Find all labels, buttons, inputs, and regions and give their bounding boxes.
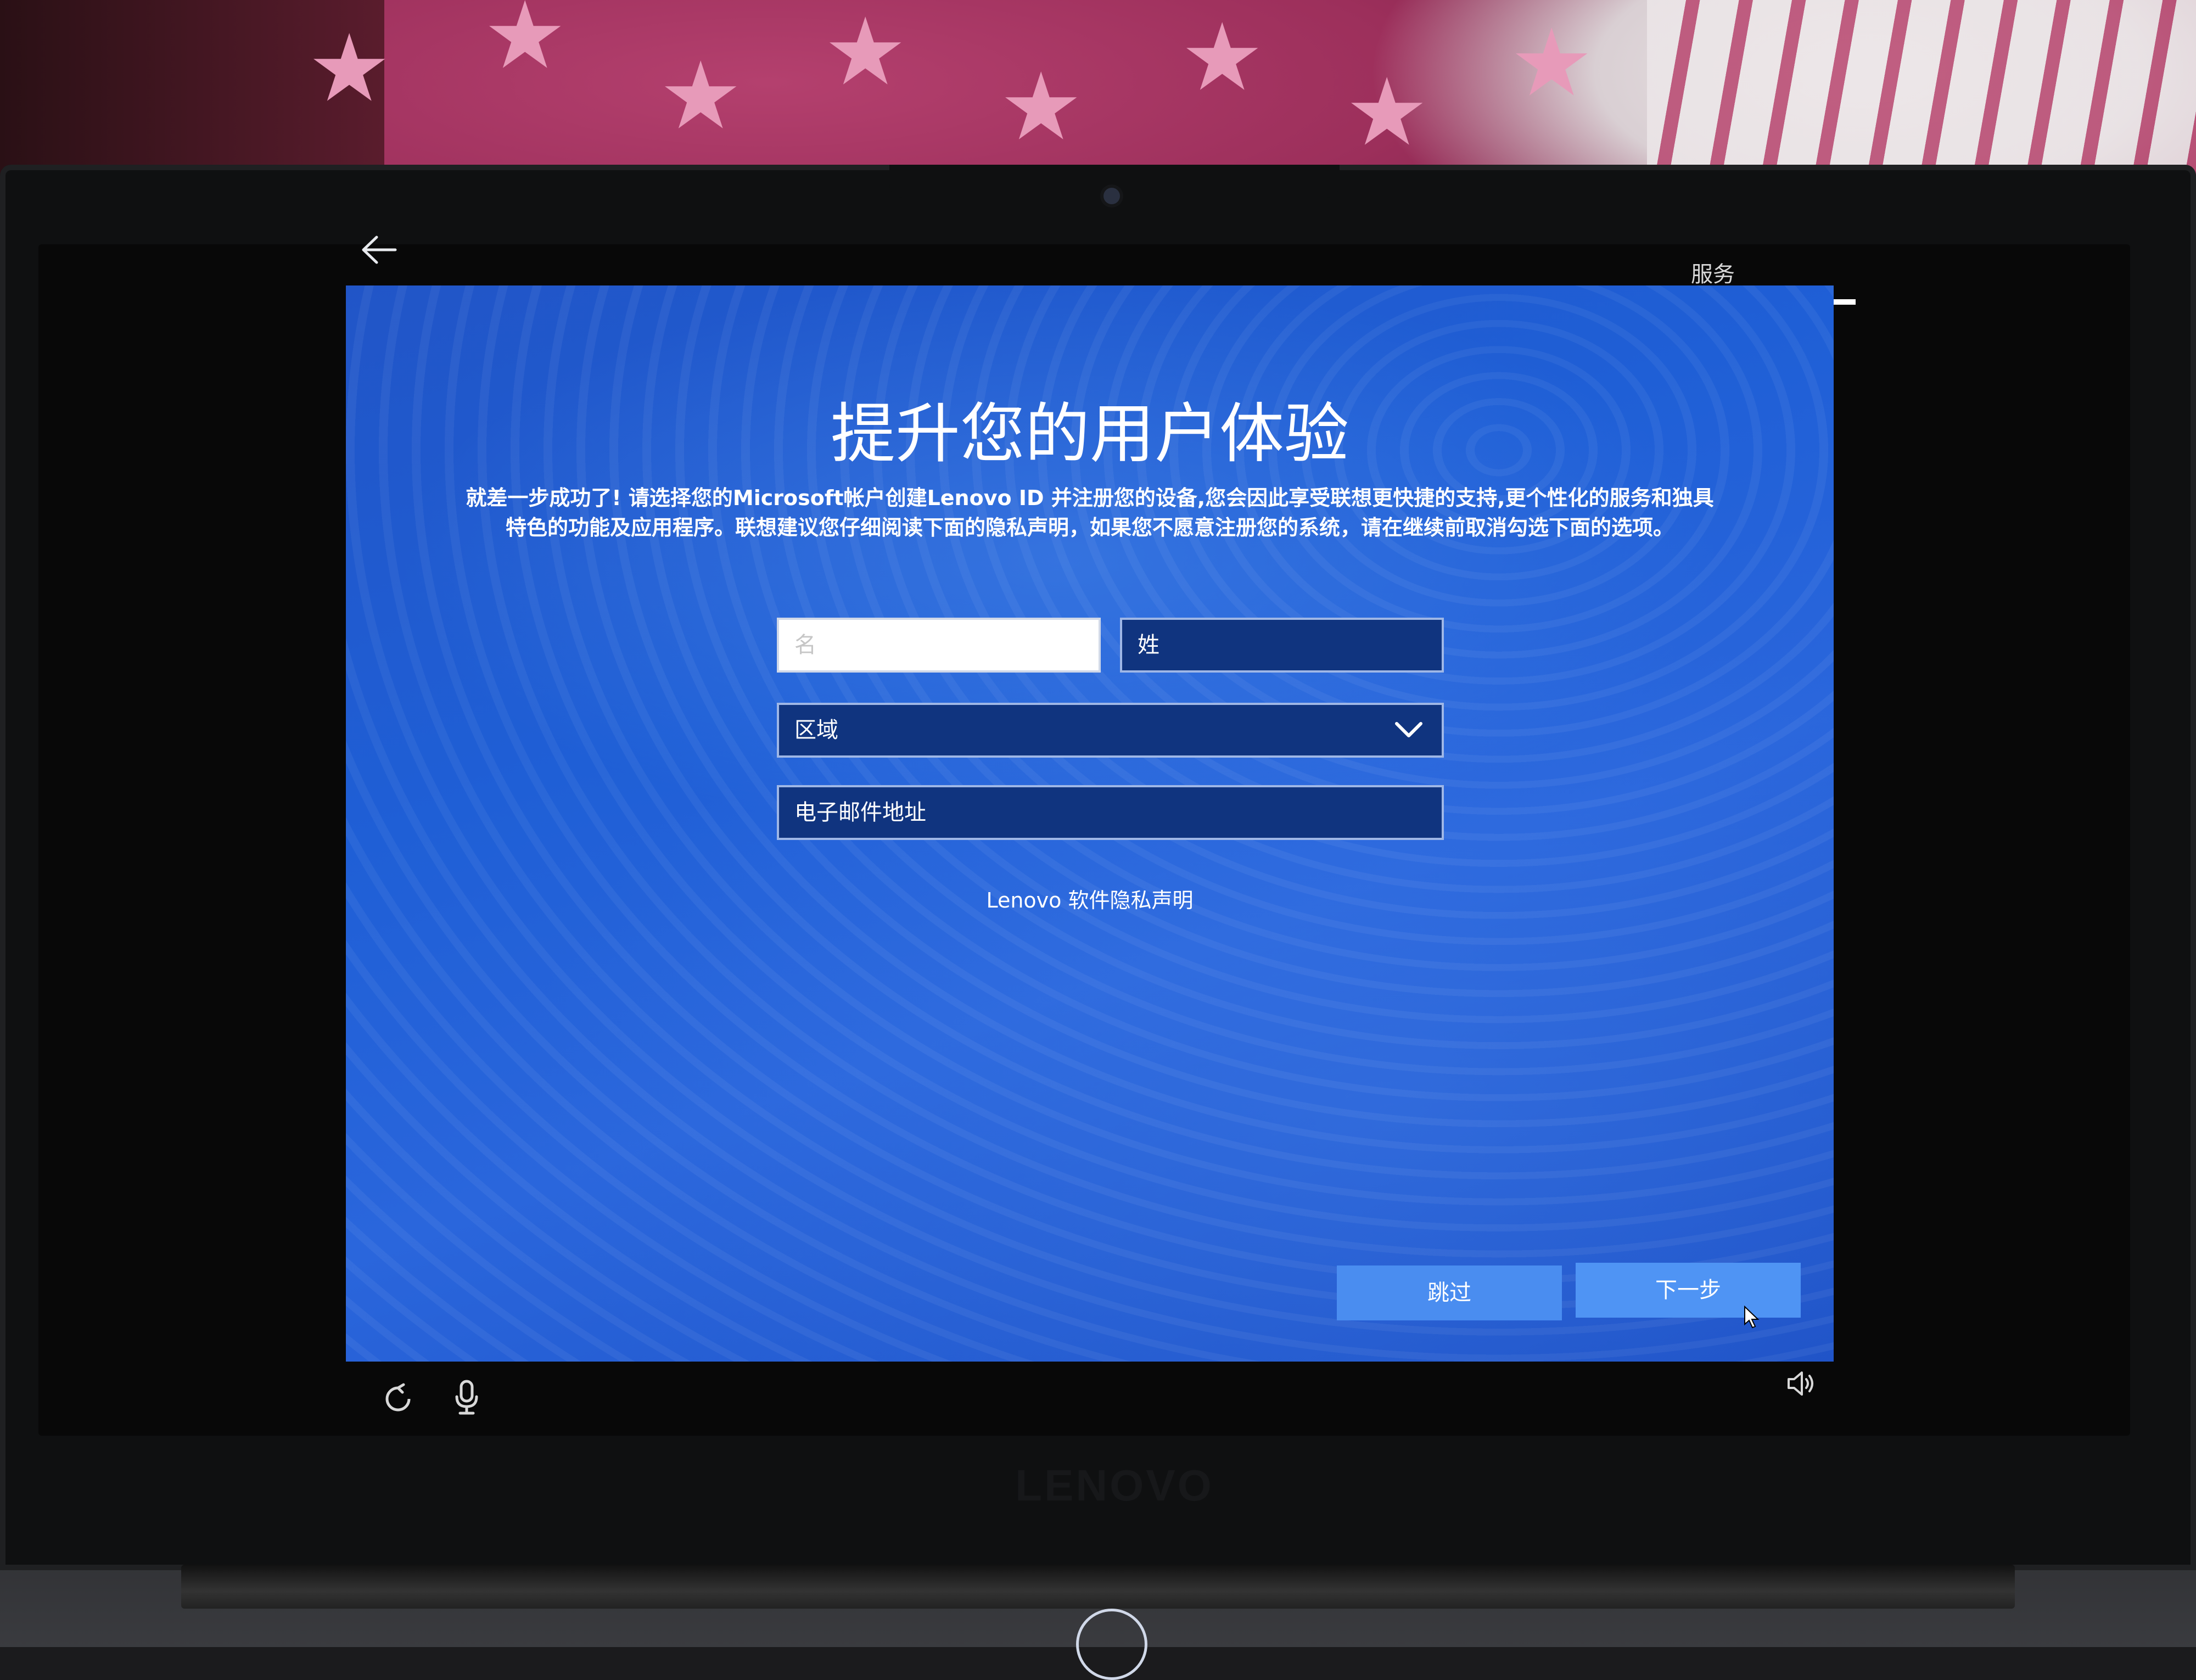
chevron-down-icon: [1395, 722, 1422, 737]
mouse-cursor-icon: [1744, 1306, 1760, 1329]
back-arrow-icon[interactable]: [357, 231, 401, 269]
first-name-field[interactable]: 名: [777, 618, 1101, 673]
microphone-icon[interactable]: [450, 1378, 483, 1416]
ease-of-access-icon[interactable]: [382, 1382, 414, 1415]
email-field[interactable]: 电子邮件地址: [777, 785, 1444, 840]
last-name-placeholder: 姓: [1138, 632, 1159, 658]
star-pattern-fabric: ★ ★ ★ ★ ★ ★ ★ ★: [307, 0, 1594, 167]
laptop-hinge: [181, 1565, 2015, 1609]
power-button: [1076, 1609, 1147, 1680]
email-placeholder: 电子邮件地址: [794, 800, 926, 825]
oobe-panel: 提升您的用户体验 就差一步成功了! 请选择您的Microsoft帐户创建Leno…: [346, 285, 1834, 1362]
page-title: 提升您的用户体验: [830, 396, 1349, 472]
region-select[interactable]: 区域: [777, 703, 1444, 758]
webcam: [1103, 188, 1120, 204]
volume-icon[interactable]: [1784, 1367, 1817, 1400]
last-name-field[interactable]: 姓: [1120, 618, 1444, 673]
page-description: 就差一步成功了! 请选择您的Microsoft帐户创建Lenovo ID 并注册…: [466, 486, 1714, 540]
next-button[interactable]: 下一步: [1576, 1263, 1801, 1318]
first-name-placeholder: 名: [794, 632, 816, 658]
privacy-statement-link[interactable]: Lenovo 软件隐私声明: [346, 884, 1834, 917]
skip-button[interactable]: 跳过: [1337, 1265, 1562, 1320]
striped-fabric: [1647, 0, 2196, 192]
region-label: 区域: [794, 718, 838, 743]
brand-logo: LENOVO: [1015, 1461, 1214, 1510]
